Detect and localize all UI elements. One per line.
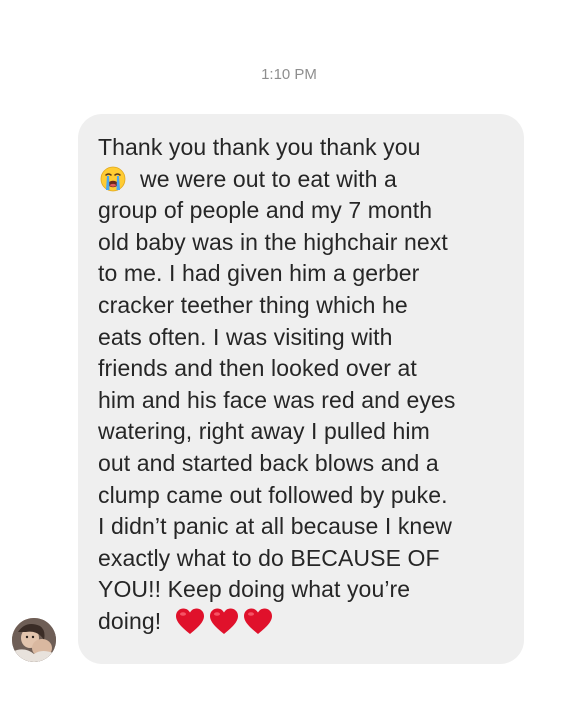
message-line: doing! — [98, 606, 506, 638]
message-line: watering, right away I pulled him — [98, 418, 430, 445]
message-line: YOU!! Keep doing what you’re — [98, 576, 411, 603]
sender-avatar[interactable] — [12, 618, 56, 662]
message-line-text: doing! — [98, 607, 162, 634]
message-line: eats often. I was visiting with — [98, 323, 393, 350]
message-timestamp: 1:10 PM — [261, 66, 317, 83]
message-line: Thank you thank you thank you — [98, 134, 421, 160]
message-line: him and his face was red and eyes — [98, 386, 456, 413]
message-text: Thank you thank you thank you we were ou… — [98, 132, 506, 638]
red-heart-icon — [244, 608, 273, 634]
message-line: old baby was in the highchair next — [98, 228, 448, 255]
message-line-text: we were out to eat with a — [140, 165, 397, 192]
message-line: exactly what to do BECAUSE OF — [98, 544, 440, 571]
message-line: clump came out followed by puke. — [98, 481, 448, 508]
message-line: I didn’t panic at all because I knew — [98, 513, 452, 540]
red-heart-icon — [176, 608, 205, 634]
message-line: group of people and my 7 month — [98, 197, 433, 224]
hearts-group — [171, 608, 273, 634]
message-line: cracker teether thing which he — [98, 291, 408, 318]
message-line: out and started back blows and a — [98, 449, 439, 476]
message-line: we were out to eat with a — [98, 164, 506, 196]
loudly-crying-face-icon — [100, 166, 126, 191]
avatar-photo-icon — [12, 618, 56, 662]
message-line: to me. I had given him a gerber — [98, 260, 420, 287]
message-bubble[interactable]: Thank you thank you thank you we were ou… — [78, 114, 524, 664]
message-line: friends and then looked over at — [98, 355, 417, 382]
red-heart-icon — [210, 608, 239, 634]
